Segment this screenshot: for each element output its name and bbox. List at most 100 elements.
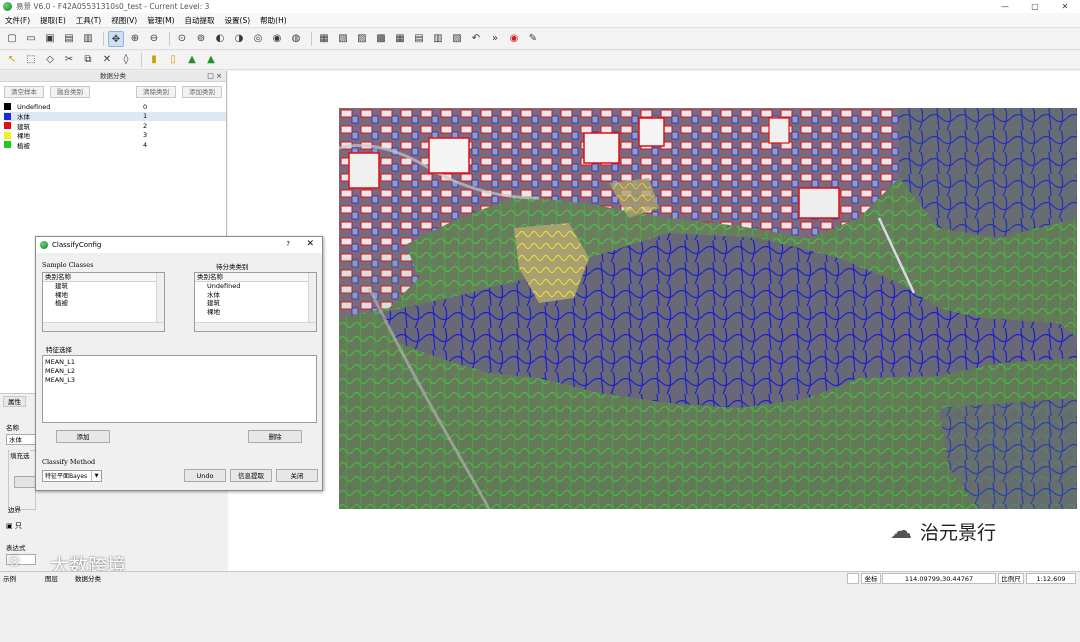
new-file-icon[interactable]: ▢ bbox=[4, 31, 20, 47]
add-class-button[interactable]: 添加类别 bbox=[182, 86, 222, 98]
segmentation-map[interactable] bbox=[339, 108, 1077, 509]
minimize-icon[interactable]: — bbox=[990, 0, 1020, 13]
panel-close-icon[interactable]: □ × bbox=[207, 71, 222, 82]
zoom-select-icon[interactable]: ◉ bbox=[269, 31, 285, 47]
attribute-icon[interactable]: ▥ bbox=[430, 31, 446, 47]
vector-icon[interactable]: ▩ bbox=[373, 31, 389, 47]
scale-label: 比例尺 bbox=[998, 573, 1024, 584]
more-icon[interactable]: » bbox=[487, 31, 503, 47]
reshape-icon[interactable]: ◊ bbox=[118, 52, 134, 68]
pan-icon[interactable]: ✥ bbox=[108, 31, 124, 47]
classify2-icon[interactable]: ▲ bbox=[184, 52, 200, 68]
sample-list-hscroll[interactable] bbox=[43, 322, 164, 331]
target-list-hscroll[interactable] bbox=[195, 322, 316, 331]
open-folder-icon[interactable]: ▭ bbox=[23, 31, 39, 47]
target-classes-list[interactable]: 类别名称 Undefined 水体 建筑 裸地 bbox=[194, 272, 317, 332]
grid2-icon[interactable]: ▤ bbox=[411, 31, 427, 47]
merge-class-button[interactable]: 融合类别 bbox=[50, 86, 90, 98]
list-item[interactable]: Undefined 0 bbox=[4, 102, 226, 112]
expression-label: 表达式 bbox=[6, 544, 26, 552]
zoom-in-icon[interactable]: ⊕ bbox=[127, 31, 143, 47]
close-icon[interactable]: ✕ bbox=[1050, 0, 1080, 13]
list-item[interactable]: 裸地 bbox=[195, 308, 316, 317]
save-icon[interactable]: ▣ bbox=[42, 31, 58, 47]
list-item[interactable]: MEAN_L2 bbox=[45, 367, 314, 376]
dialog-close-icon[interactable]: ✕ bbox=[306, 239, 314, 249]
select-area-icon[interactable]: ⬚ bbox=[23, 52, 39, 68]
menu-view[interactable]: 视图(V) bbox=[106, 15, 142, 26]
menu-extract[interactable]: 提取(E) bbox=[35, 15, 71, 26]
zoom-out-icon[interactable]: ⊖ bbox=[146, 31, 162, 47]
class-id: 4 bbox=[143, 140, 148, 149]
classify-icon[interactable]: ▯ bbox=[165, 52, 181, 68]
classify-method-select[interactable]: 特征平面Bayes ▼ bbox=[42, 470, 102, 482]
class-color-swatch bbox=[4, 103, 11, 111]
status-tab-layer[interactable]: 图层 bbox=[45, 573, 58, 583]
sample-list-vscroll[interactable] bbox=[156, 273, 164, 322]
save-as-icon[interactable]: ▤ bbox=[61, 31, 77, 47]
marker-icon[interactable]: ▧ bbox=[449, 31, 465, 47]
close-button[interactable]: 关闭 bbox=[276, 469, 318, 482]
feature-list[interactable]: MEAN_L1 MEAN_L2 MEAN_L3 bbox=[42, 355, 317, 423]
select-arrow-icon[interactable]: ↖ bbox=[4, 52, 20, 68]
class-name: Undefined bbox=[17, 102, 51, 111]
layer-list-icon[interactable]: ▧ bbox=[335, 31, 351, 47]
raster-icon[interactable]: ▨ bbox=[354, 31, 370, 47]
zoom-prev-icon[interactable]: ◐ bbox=[212, 31, 228, 47]
pin-icon[interactable]: ✎ bbox=[525, 31, 541, 47]
maximize-icon[interactable]: ▢ bbox=[1020, 0, 1050, 13]
sample-icon[interactable]: ▲ bbox=[203, 52, 219, 68]
menu-settings[interactable]: 设置(S) bbox=[220, 15, 256, 26]
list-item[interactable]: 裸地 bbox=[43, 291, 164, 300]
extract-button[interactable]: 信息提取 bbox=[230, 469, 272, 482]
main-toolbar: ▢ ▭ ▣ ▤ ▥ ✥ ⊕ ⊖ ⊙ ⊚ ◐ ◑ ◎ ◉ ◍ ▦ ▧ ▨ ▩ ▦ … bbox=[0, 29, 1080, 50]
delete-feature-button[interactable]: 删除 bbox=[248, 430, 302, 443]
chart-icon[interactable]: ▮ bbox=[146, 52, 162, 68]
add-feature-button[interactable]: 添加 bbox=[56, 430, 110, 443]
merge-icon[interactable]: ⧉ bbox=[80, 52, 96, 68]
target-list-vscroll[interactable] bbox=[308, 273, 316, 322]
list-item[interactable]: Undefined bbox=[195, 282, 316, 291]
class-id: 1 bbox=[143, 112, 148, 121]
list-item[interactable]: MEAN_L3 bbox=[45, 376, 314, 385]
list-item[interactable]: 植被 4 bbox=[4, 140, 226, 150]
zoom-full-icon[interactable]: ⊚ bbox=[193, 31, 209, 47]
list-item[interactable]: 裸地 3 bbox=[4, 131, 226, 140]
scale-value[interactable]: 1:12,609 bbox=[1026, 573, 1076, 584]
only-checkbox[interactable]: ▣ 只 bbox=[6, 521, 22, 531]
clear-class-button[interactable]: 清除类别 bbox=[136, 86, 176, 98]
layer-add-icon[interactable]: ▦ bbox=[316, 31, 332, 47]
dialog-title: ClassifyConfig bbox=[52, 241, 102, 249]
list-item[interactable]: 植被 bbox=[43, 299, 164, 308]
zoom-box-icon[interactable]: ⊙ bbox=[174, 31, 190, 47]
list-item[interactable]: 建筑 2 bbox=[4, 121, 226, 131]
undo-icon[interactable]: ↶ bbox=[468, 31, 484, 47]
menu-help[interactable]: 帮助(H) bbox=[255, 15, 292, 26]
status-tab-example[interactable]: 示例 bbox=[3, 573, 16, 583]
list-item[interactable]: 建筑 bbox=[43, 282, 164, 291]
menu-auto-extract[interactable]: 自动提取 bbox=[180, 15, 220, 26]
menu-tools[interactable]: 工具(T) bbox=[71, 15, 106, 26]
sample-classes-list[interactable]: 类别名称 建筑 裸地 植被 bbox=[42, 272, 165, 332]
split-icon[interactable]: ✂ bbox=[61, 52, 77, 68]
list-item[interactable]: 水体 1 bbox=[4, 111, 226, 121]
zoom-extent-icon[interactable]: ◍ bbox=[288, 31, 304, 47]
help-icon[interactable]: ? bbox=[286, 240, 290, 248]
tab-properties[interactable]: 属性 bbox=[3, 396, 26, 407]
clear-samples-button[interactable]: 清空样本 bbox=[4, 86, 44, 98]
zoom-next-icon[interactable]: ◑ bbox=[231, 31, 247, 47]
name-field[interactable]: 水体 bbox=[6, 434, 36, 445]
zoom-layer-icon[interactable]: ◎ bbox=[250, 31, 266, 47]
list-item[interactable]: 水体 bbox=[195, 291, 316, 300]
print-icon[interactable]: ▥ bbox=[80, 31, 96, 47]
help-ring-icon[interactable]: ◉ bbox=[506, 31, 522, 47]
edit-vertex-icon[interactable]: ◇ bbox=[42, 52, 58, 68]
undo-button[interactable]: Undo bbox=[184, 469, 226, 482]
status-tab-classify[interactable]: 数据分类 bbox=[75, 573, 101, 583]
menu-manage[interactable]: 管理(M) bbox=[142, 15, 179, 26]
grid-icon[interactable]: ▦ bbox=[392, 31, 408, 47]
list-item[interactable]: 建筑 bbox=[195, 299, 316, 308]
list-item[interactable]: MEAN_L1 bbox=[45, 358, 314, 367]
delete-icon[interactable]: ✕ bbox=[99, 52, 115, 68]
menu-file[interactable]: 文件(F) bbox=[0, 15, 35, 26]
